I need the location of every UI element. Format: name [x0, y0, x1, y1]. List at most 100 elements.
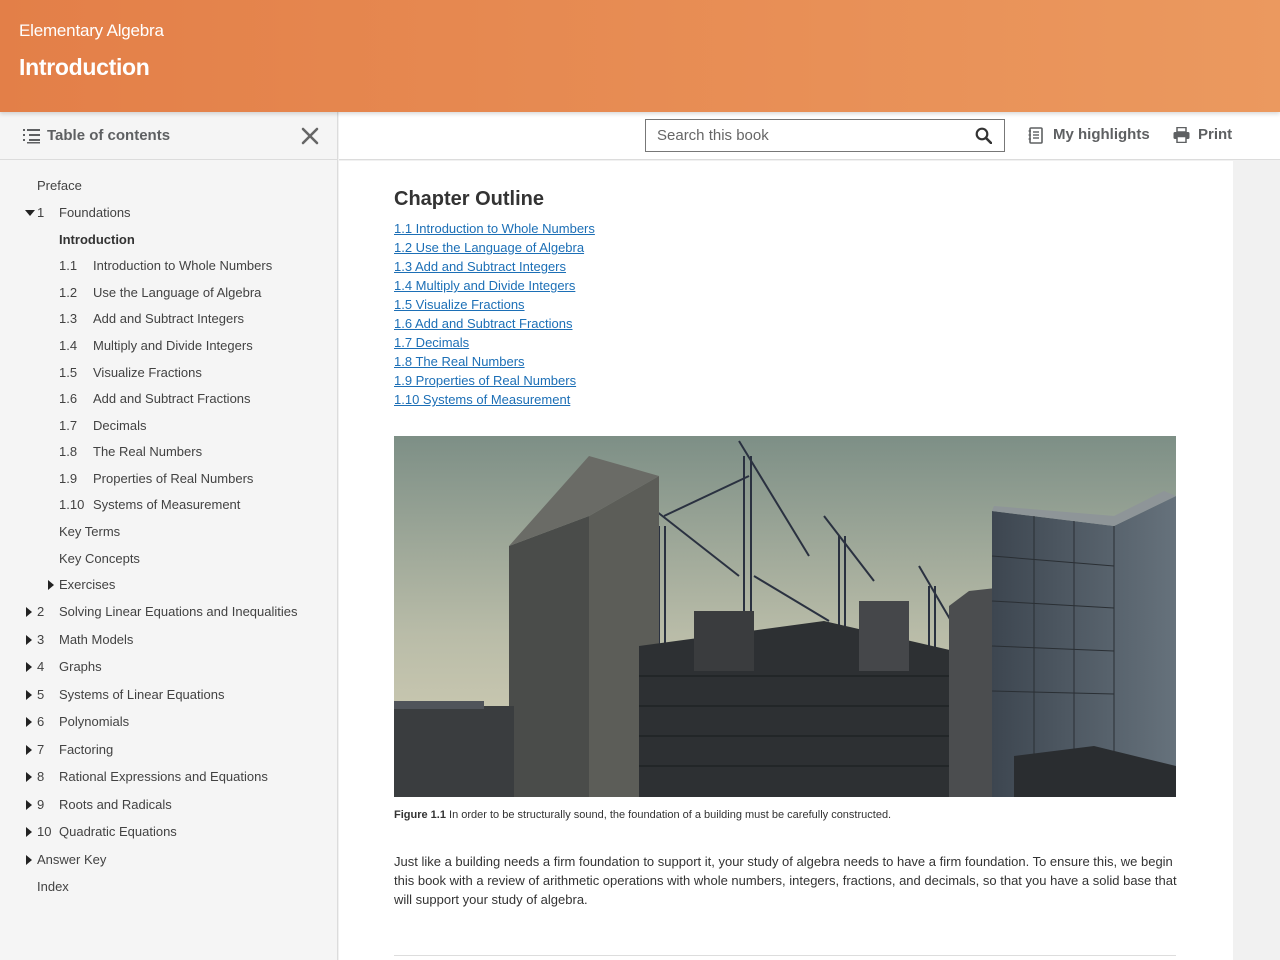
toc-sidebar: Table of contents Preface 1 Foundations Int… — [0, 112, 338, 960]
toc-item[interactable]: 1.6 Add and Subtract Fractions — [0, 391, 330, 409]
toc-item-label: Multiply and Divide Integers — [93, 338, 253, 353]
outline-link[interactable]: 1.10 Systems of Measurement — [394, 390, 595, 409]
toc-item[interactable]: 7 Factoring — [0, 742, 330, 760]
toc-item[interactable]: 3 Math Models — [0, 632, 330, 650]
toc-item[interactable]: 5 Systems of Linear Equations — [0, 687, 330, 705]
search-input[interactable] — [646, 120, 966, 151]
caret-right-icon[interactable] — [26, 690, 32, 700]
toolbar: My highlights Print — [339, 112, 1280, 160]
toc-item[interactable]: Key Concepts — [0, 551, 330, 569]
caret-right-icon[interactable] — [26, 855, 32, 865]
outline-link[interactable]: 1.8 The Real Numbers — [394, 352, 595, 371]
toc-item-label: Key Terms — [59, 524, 121, 539]
caret-right-icon[interactable] — [26, 745, 32, 755]
toc-item-number: 2 — [37, 604, 45, 619]
toc-item[interactable]: 8 Rational Expressions and Equations — [0, 769, 330, 787]
toc-header: Table of contents — [0, 112, 337, 160]
toc-item-label: Systems of Measurement — [93, 497, 241, 512]
toc-title[interactable]: Table of contents — [47, 127, 170, 144]
toc-item-number: 3 — [37, 632, 45, 647]
toc-item-label: Quadratic Equations — [59, 824, 177, 839]
toc-item-number: 1.5 — [59, 365, 78, 380]
caret-down-icon[interactable] — [25, 210, 35, 216]
toc-item[interactable]: 1.7 Decimals — [0, 418, 330, 436]
toc-item-label: Introduction to Whole Numbers — [93, 258, 273, 273]
print-label: Print — [1198, 126, 1233, 143]
caret-right-icon[interactable] — [26, 827, 32, 837]
caret-right-icon[interactable] — [26, 772, 32, 782]
toc-item-label: Add and Subtract Fractions — [93, 391, 251, 406]
page-content: Chapter Outline 1.1 Introduction to Whol… — [339, 161, 1233, 960]
outline-link[interactable]: 1.5 Visualize Fractions — [394, 295, 595, 314]
caret-right-icon[interactable] — [26, 607, 32, 617]
toc-item-label: Exercises — [59, 577, 116, 592]
chapter-outline-list: 1.1 Introduction to Whole Numbers 1.2 Use… — [394, 219, 595, 409]
toc-item-label: Visualize Fractions — [93, 365, 202, 380]
book-header: Elementary Algebra Introduction — [0, 0, 1280, 112]
toc-item-number: 1.1 — [59, 258, 78, 273]
toc-item-label: The Real Numbers — [93, 444, 203, 459]
toc-item-number: 1.10 — [59, 497, 85, 512]
toc-item[interactable]: 1 Foundations — [0, 205, 330, 223]
toc-item[interactable]: 1.10 Systems of Measurement — [0, 497, 330, 515]
figure-caption-text: In order to be structurally sound, the f… — [445, 809, 892, 821]
toc-item-number: 7 — [37, 742, 45, 757]
toc-item-number: 10 — [37, 824, 52, 839]
toc-item-label: Answer Key — [37, 852, 107, 867]
toc-item-number: 1.8 — [59, 444, 78, 459]
outline-link[interactable]: 1.4 Multiply and Divide Integers — [394, 276, 595, 295]
toc-item[interactable]: 1.3 Add and Subtract Integers — [0, 311, 330, 329]
toc-item-number: 9 — [37, 797, 45, 812]
toc-item[interactable]: Answer Key — [0, 852, 330, 870]
toc-item[interactable]: 1.1 Introduction to Whole Numbers — [0, 258, 330, 276]
toc-item[interactable]: 4 Graphs — [0, 659, 330, 677]
toc-item-label: Foundations — [59, 205, 131, 220]
close-icon[interactable] — [300, 126, 320, 146]
toc-item-number: 1.6 — [59, 391, 78, 406]
toc-item[interactable]: 1.4 Multiply and Divide Integers — [0, 338, 330, 356]
toc-item-label: Math Models — [59, 632, 134, 647]
toc-item[interactable]: 6 Polynomials — [0, 714, 330, 732]
printer-icon — [1173, 127, 1190, 143]
toc-item[interactable]: 10 Quadratic Equations — [0, 824, 330, 842]
toc-item-label: Use the Language of Algebra — [93, 285, 262, 300]
figure-label: Figure 1.1 — [394, 809, 446, 821]
chapter-outline-heading: Chapter Outline — [394, 188, 545, 210]
caret-right-icon[interactable] — [26, 800, 32, 810]
toc-item-label: Index — [37, 879, 69, 894]
toc-item[interactable]: Index — [0, 879, 330, 897]
construction-photo — [394, 436, 1176, 797]
toc-item-label: Decimals — [93, 418, 147, 433]
toc-item[interactable]: Introduction — [0, 232, 330, 250]
search-icon[interactable] — [975, 127, 992, 144]
outline-link[interactable]: 1.2 Use the Language of Algebra — [394, 238, 595, 257]
caret-right-icon[interactable] — [26, 717, 32, 727]
outline-link[interactable]: 1.3 Add and Subtract Integers — [394, 257, 595, 276]
toc-item-number: 1.3 — [59, 311, 78, 326]
caret-right-icon[interactable] — [48, 580, 54, 590]
toc-item[interactable]: 1.2 Use the Language of Algebra — [0, 285, 330, 303]
toc-item-number: 5 — [37, 687, 45, 702]
toc-item-label: Graphs — [59, 659, 102, 674]
toc-item[interactable]: 1.5 Visualize Fractions — [0, 365, 330, 383]
toc-item[interactable]: 9 Roots and Radicals — [0, 797, 330, 815]
book-title[interactable]: Elementary Algebra — [19, 21, 164, 41]
toc-item-number: 8 — [37, 769, 45, 784]
toc-item[interactable]: Preface — [0, 178, 330, 196]
toc-item-label: Solving Linear Equations and Inequalitie… — [59, 604, 298, 619]
outline-link[interactable]: 1.7 Decimals — [394, 333, 595, 352]
outline-link[interactable]: 1.9 Properties of Real Numbers — [394, 371, 595, 390]
toc-item-number: 1 — [37, 205, 45, 220]
caret-right-icon[interactable] — [26, 662, 32, 672]
toc-item-label: Roots and Radicals — [59, 797, 172, 812]
toc-item-label: Add and Subtract Integers — [93, 311, 245, 326]
toc-item[interactable]: 1.8 The Real Numbers — [0, 444, 330, 462]
toc-item[interactable]: Exercises — [0, 577, 330, 595]
toc-item[interactable]: 2 Solving Linear Equations and Inequaliti… — [0, 604, 330, 622]
toc-item[interactable]: 1.9 Properties of Real Numbers — [0, 471, 330, 489]
intro-paragraph: Just like a building needs a firm founda… — [394, 854, 1177, 907]
outline-link[interactable]: 1.6 Add and Subtract Fractions — [394, 314, 595, 333]
toc-item[interactable]: Key Terms — [0, 524, 330, 542]
outline-link[interactable]: 1.1 Introduction to Whole Numbers — [394, 219, 595, 238]
caret-right-icon[interactable] — [26, 635, 32, 645]
